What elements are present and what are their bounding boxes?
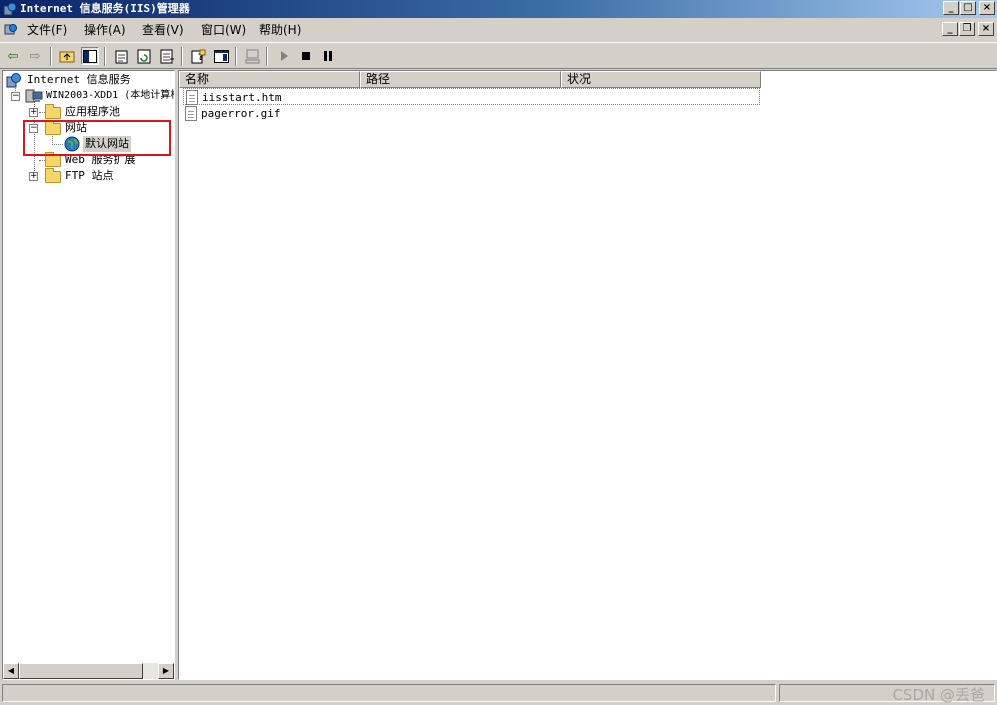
list-item[interactable]: pagerror.gif (183, 105, 760, 122)
child-restore-button[interactable]: ❐ (959, 22, 975, 36)
iis-manager-icon (3, 2, 17, 16)
collapse-toggle[interactable]: − (11, 92, 20, 101)
menu-view[interactable]: 查看(V) (142, 23, 184, 37)
tree-server-label: WIN2003-XDD1 (本地计算机) (46, 90, 175, 101)
window-title: Internet 信息服务(IIS)管理器 (20, 2, 190, 15)
document-icon (186, 90, 198, 105)
column-header-name[interactable]: 名称 (179, 71, 360, 88)
tree-item-ftp-sites[interactable]: + FTP 站点 (23, 168, 173, 184)
refresh-icon[interactable] (135, 47, 153, 65)
tree-item-root[interactable]: Internet 信息服务 (5, 72, 173, 88)
back-arrow-icon[interactable]: ⇦ (4, 47, 22, 65)
iis-root-icon (6, 73, 21, 88)
red-highlight-box (23, 120, 171, 156)
console-tree[interactable]: Internet 信息服务 − WIN2003-XDD1 (本地计算机) + 应… (2, 70, 175, 680)
details-list[interactable]: 名称 路径 状况 iisstart.htm pagerror.gif (178, 70, 997, 680)
server-computer-icon (25, 89, 43, 103)
computer-icon[interactable] (243, 47, 261, 65)
menu-bar: 文件(F) 操作(A) 查看(V) 窗口(W) 帮助(H) _ ❐ × (0, 18, 997, 42)
play-icon[interactable] (275, 47, 293, 65)
status-panel-main (2, 684, 776, 702)
status-bar: CSDN @丢爸 (0, 682, 997, 704)
menu-window[interactable]: 窗口(W) (201, 23, 246, 37)
scroll-right-button[interactable]: ▶ (158, 663, 174, 679)
tree-item-server[interactable]: − WIN2003-XDD1 (本地计算机) (5, 88, 175, 104)
stop-icon[interactable] (297, 47, 315, 65)
pause-icon[interactable] (319, 47, 337, 65)
list-item[interactable]: iisstart.htm (183, 88, 760, 105)
folder-icon (45, 104, 61, 119)
tree-horizontal-scrollbar[interactable]: ◀ ▶ (3, 663, 174, 679)
child-close-button[interactable]: × (978, 22, 994, 36)
document-icon (185, 106, 197, 121)
properties-icon[interactable] (112, 47, 130, 65)
watermark-text: CSDN @丢爸 (892, 686, 985, 704)
forward-arrow-icon[interactable]: ⇨ (26, 47, 44, 65)
scroll-thumb[interactable] (19, 663, 143, 679)
column-header-path[interactable]: 路径 (360, 71, 561, 88)
toolbar-separator (235, 47, 237, 66)
show-tree-icon[interactable] (81, 47, 99, 65)
folder-icon (45, 168, 61, 183)
up-folder-icon[interactable] (58, 47, 76, 65)
toolbar-separator (104, 47, 106, 66)
expand-toggle[interactable]: + (29, 172, 38, 181)
menu-action[interactable]: 操作(A) (84, 23, 126, 37)
expand-toggle[interactable]: + (29, 108, 38, 117)
export-list-icon[interactable] (158, 47, 176, 65)
title-bar: Internet 信息服务(IIS)管理器 _ □ × (0, 0, 997, 18)
close-button[interactable]: × (979, 1, 995, 15)
tree-app-pools-label: 应用程序池 (65, 105, 120, 118)
menu-help[interactable]: 帮助(H) (259, 23, 301, 37)
tree-root-label: Internet 信息服务 (27, 73, 131, 86)
scroll-left-button[interactable]: ◀ (3, 663, 19, 679)
show-hide-icon[interactable] (212, 47, 230, 65)
maximize-button[interactable]: □ (960, 1, 976, 15)
toolbar-separator (50, 47, 52, 66)
folder-icon (45, 152, 61, 167)
tree-item-app-pools[interactable]: + 应用程序池 (23, 104, 173, 120)
help-icon[interactable]: ? (189, 47, 207, 65)
toolbar-separator (181, 47, 183, 66)
toolbar-separator (266, 47, 268, 66)
menu-file[interactable]: 文件(F) (27, 23, 67, 37)
child-minimize-button[interactable]: _ (942, 22, 958, 36)
file-name: pagerror.gif (201, 107, 281, 120)
mmc-system-menu-icon[interactable] (4, 22, 18, 36)
minimize-button[interactable]: _ (943, 1, 959, 15)
tree-ftp-sites-label: FTP 站点 (65, 169, 114, 182)
toolbar: ⇦ ⇨ ? (0, 42, 997, 69)
column-header-status[interactable]: 状况 (561, 71, 761, 88)
file-name: iisstart.htm (202, 91, 282, 104)
